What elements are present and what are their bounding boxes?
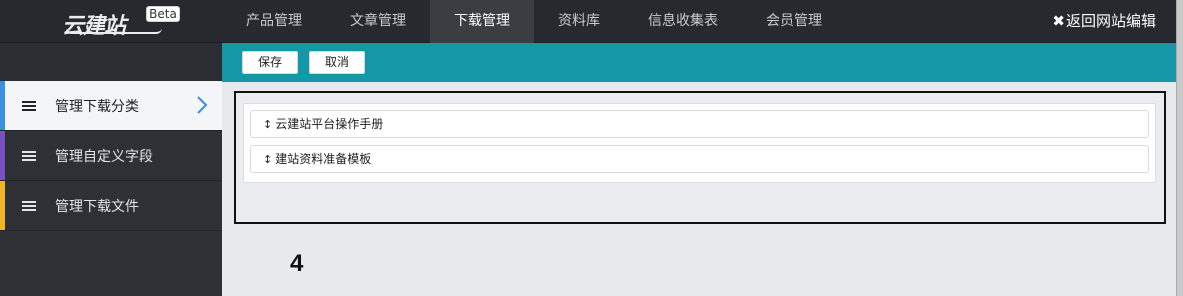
sidebar-accent-stripe [0, 131, 5, 180]
nav-item-articles[interactable]: 文章管理 [326, 0, 430, 43]
category-list: ↕ 云建站平台操作手册 ↕ 建站资料准备模板 [243, 103, 1156, 183]
nav-item-forms[interactable]: 信息收集表 [624, 0, 742, 43]
main-content: 保存 取消 ↕ 云建站平台操作手册 ↕ 建站资料准备模板 4 [222, 43, 1176, 296]
sidebar-item-manage-files[interactable]: 管理下载文件 [0, 181, 222, 231]
menu-icon [22, 100, 36, 111]
close-icon: ✖ [1052, 12, 1065, 30]
sidebar-item-manage-categories[interactable]: 管理下载分类 [0, 81, 222, 131]
category-label: 云建站平台操作手册 [275, 117, 384, 131]
beta-badge: Beta [146, 6, 180, 22]
nav-item-products[interactable]: 产品管理 [222, 0, 326, 43]
sidebar-item-custom-fields[interactable]: 管理自定义字段 [0, 131, 222, 181]
main-nav: 产品管理 文章管理 下载管理 资料库 信息收集表 会员管理 [222, 0, 846, 43]
sidebar: 管理下载分类 管理自定义字段 管理下载文件 [0, 43, 222, 296]
nav-item-downloads[interactable]: 下载管理 [430, 0, 534, 43]
toolbar: 保存 取消 [222, 43, 1176, 82]
category-panel: ↕ 云建站平台操作手册 ↕ 建站资料准备模板 [234, 91, 1166, 224]
annotation-number: 4 [290, 250, 304, 277]
chevron-right-icon [197, 96, 208, 114]
window-scrollbar[interactable] [1176, 0, 1183, 296]
sidebar-accent-stripe [0, 181, 5, 230]
cancel-button[interactable]: 取消 [309, 51, 366, 74]
category-row[interactable]: ↕ 建站资料准备模板 [250, 145, 1149, 173]
top-bar: 云建站 Beta 产品管理 文章管理 下载管理 资料库 信息收集表 会员管理 ✖… [0, 0, 1176, 43]
sidebar-item-label: 管理下载文件 [55, 198, 139, 215]
save-button[interactable]: 保存 [242, 51, 299, 74]
logo-text: 云建站 [62, 13, 126, 39]
back-to-site-button[interactable]: ✖返回网站编辑 [1052, 0, 1156, 43]
drag-handle-icon[interactable]: ↕ [263, 153, 272, 166]
category-label: 建站资料准备模板 [275, 152, 372, 166]
nav-item-members[interactable]: 会员管理 [742, 0, 846, 43]
sidebar-item-label: 管理下载分类 [55, 98, 139, 115]
logo[interactable]: 云建站 Beta [62, 6, 182, 39]
sidebar-header [0, 43, 222, 81]
sidebar-accent-stripe [0, 81, 5, 130]
drag-handle-icon[interactable]: ↕ [263, 118, 272, 131]
menu-icon [22, 200, 36, 211]
nav-item-library[interactable]: 资料库 [534, 0, 624, 43]
menu-icon [22, 150, 36, 161]
back-to-site-label: 返回网站编辑 [1065, 12, 1156, 30]
sidebar-item-label: 管理自定义字段 [55, 148, 153, 165]
logo-swoosh [66, 28, 162, 34]
category-row[interactable]: ↕ 云建站平台操作手册 [250, 110, 1149, 138]
